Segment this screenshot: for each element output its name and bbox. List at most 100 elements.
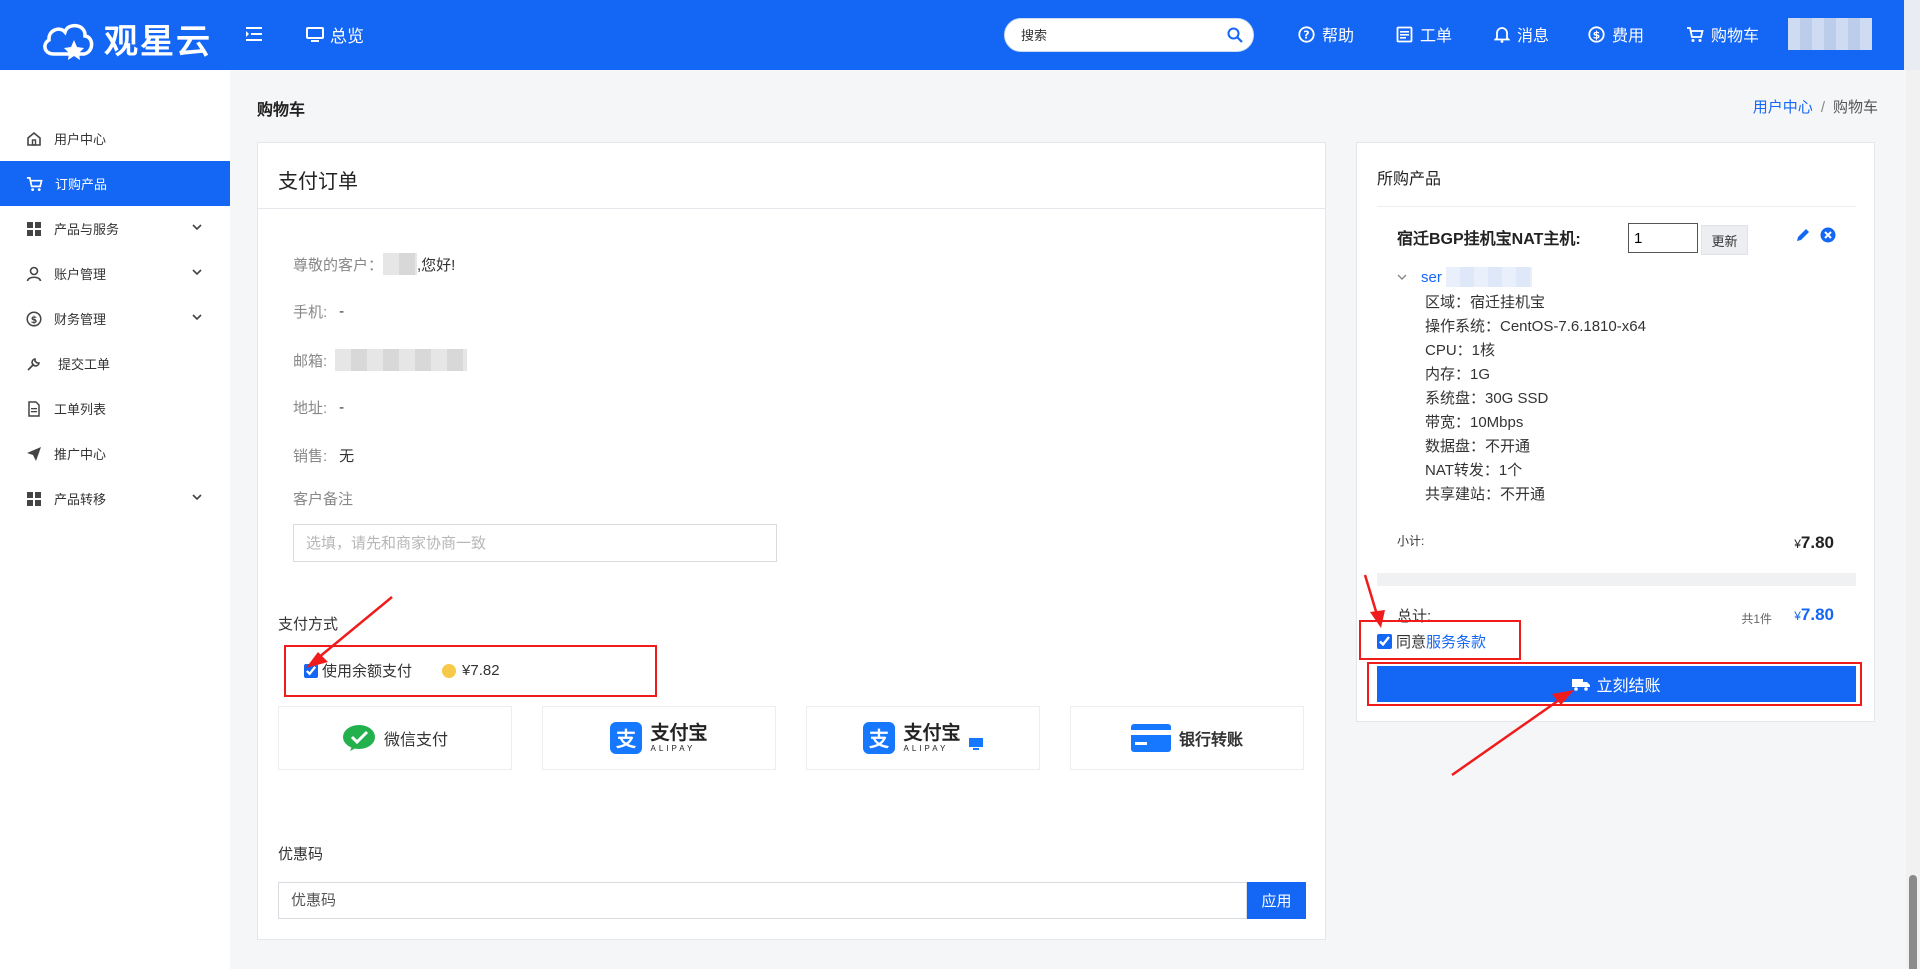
search-box: [1004, 18, 1254, 52]
terms-checkbox[interactable]: [1377, 634, 1392, 649]
sidebar-item-label: 用户中心: [54, 132, 107, 147]
sidebar-item-product-transfer[interactable]: 产品转移: [0, 476, 230, 521]
nav-messages-label: 消息: [1517, 28, 1550, 45]
sidebar-item-submit-ticket[interactable]: 提交工单: [0, 341, 230, 386]
sidebar-item-products-services[interactable]: 产品与服务: [0, 206, 230, 251]
products-card-title: 所购产品: [1377, 171, 1442, 188]
nav-help[interactable]: ? 帮助: [1298, 22, 1354, 46]
svg-text:$: $: [1593, 28, 1601, 41]
checkout-button[interactable]: 立刻结账: [1377, 666, 1856, 702]
subtotal-value: ¥7.80: [1794, 533, 1834, 553]
search-icon[interactable]: [1227, 27, 1243, 43]
terms-link[interactable]: 服务条款: [1426, 631, 1486, 652]
pay-option-label: 支付宝: [650, 722, 708, 744]
spec-item: 区域：宿迁挂机宝: [1425, 294, 1546, 311]
pay-option-label: 微信支付: [383, 732, 448, 749]
logo-text: 观星云: [104, 22, 212, 62]
logo[interactable]: 观星云: [40, 14, 212, 63]
greeting-suffix: ,您好!: [417, 256, 456, 274]
pay-option-bank-transfer[interactable]: 银行转账: [1070, 706, 1304, 770]
breadcrumb-link[interactable]: 用户中心: [1753, 99, 1813, 116]
terms-agreement[interactable]: 同意 服务条款: [1377, 631, 1486, 652]
pay-option-sub: ALIPAY: [650, 743, 696, 753]
document-icon: [28, 400, 40, 417]
quantity-input[interactable]: [1628, 223, 1698, 253]
user-icon: [26, 266, 42, 281]
redacted-customer-name: [383, 253, 418, 275]
svg-text:支: 支: [616, 727, 637, 751]
truck-icon: [1572, 678, 1591, 691]
address-value: -: [339, 399, 345, 416]
overview-label: 总览: [330, 27, 364, 46]
sidebar-item-promotion[interactable]: 推广中心: [0, 431, 230, 476]
overview-link[interactable]: 总览: [306, 22, 364, 47]
agree-label: 同意: [1396, 634, 1427, 651]
search-input[interactable]: [1005, 19, 1205, 51]
nav-ticket[interactable]: 工单: [1396, 22, 1452, 46]
sidebar-item-account[interactable]: 账户管理: [0, 251, 230, 296]
breadcrumb-current: 购物车: [1832, 99, 1878, 116]
cloud-star-icon: [43, 23, 94, 60]
bank-card-icon: [1130, 724, 1171, 752]
pay-option-wechat[interactable]: 微信支付: [278, 706, 512, 770]
user-avatar[interactable]: [1788, 18, 1872, 50]
sidebar-item-label: 订购产品: [55, 177, 108, 192]
close-circle-icon[interactable]: [1820, 227, 1836, 243]
top-navbar: 观星云 总览 ? 帮助 工单: [0, 0, 1920, 70]
pay-option-label: 银行转账: [1178, 732, 1243, 749]
nav-billing-label: 费用: [1612, 28, 1645, 45]
total-count: 共1件: [1741, 612, 1772, 626]
ticket-icon: [1396, 26, 1413, 42]
pay-option-alipay-pc[interactable]: 支 支付宝 ALIPAY: [806, 706, 1040, 770]
nav-cart[interactable]: 购物车: [1686, 22, 1759, 46]
chevron-down-icon: [192, 269, 202, 276]
balance-payment-checkbox[interactable]: [304, 663, 318, 678]
update-quantity-button[interactable]: 更新: [1701, 225, 1748, 255]
redacted-host: [1445, 267, 1532, 287]
sidebar-item-order-products[interactable]: 订购产品: [0, 161, 230, 206]
spec-item: 数据盘：不开通: [1425, 438, 1531, 455]
nav-ticket-label: 工单: [1420, 28, 1453, 45]
balance-payment-option[interactable]: 使用余额支付 ¥7.82: [304, 660, 500, 681]
sidebar: 用户中心 订购产品 产品与服务 账户管理 $ 财务管理 提交工单 工单列表 推广…: [0, 70, 230, 969]
subtotal-amount: 7.80: [1800, 533, 1834, 552]
nav-messages[interactable]: 消息: [1494, 22, 1549, 46]
sidebar-item-label: 账户管理: [54, 267, 107, 282]
sidebar-item-finance[interactable]: $ 财务管理: [0, 296, 230, 341]
email-label: 邮箱:: [293, 352, 328, 370]
order-card-title: 支付订单: [258, 143, 1325, 209]
spec-item: 共享建站：不开通: [1425, 486, 1546, 503]
pencil-icon[interactable]: [1795, 227, 1811, 243]
nav-billing[interactable]: $ 费用: [1588, 22, 1644, 46]
menu-toggle-icon[interactable]: [244, 24, 264, 44]
checkout-label: 立刻结账: [1596, 678, 1661, 695]
divider: [1377, 206, 1856, 207]
remark-input[interactable]: [293, 524, 777, 562]
page-scrollbar[interactable]: [1906, 70, 1920, 969]
sidebar-item-user-center[interactable]: 用户中心: [0, 116, 230, 161]
wrench-icon: [27, 357, 40, 371]
redacted-email: [335, 349, 468, 371]
sidebar-item-label: 提交工单: [58, 357, 111, 372]
coupon-input[interactable]: [278, 882, 1247, 919]
spec-item: 系统盘：30G SSD: [1425, 390, 1549, 407]
email-row: 邮箱:: [293, 349, 468, 371]
sidebar-item-ticket-list[interactable]: 工单列表: [0, 386, 230, 431]
bell-icon: [1494, 26, 1510, 43]
scrollbar-thumb[interactable]: [1909, 875, 1917, 969]
coupon-label: 优惠码: [278, 846, 324, 863]
chevron-down-icon: [192, 224, 202, 231]
apply-coupon-button[interactable]: 应用: [1247, 882, 1306, 919]
sales-label: 销售:: [293, 448, 328, 465]
cart-icon: [26, 176, 43, 191]
balance-payment-label: 使用余额支付: [322, 663, 413, 680]
nav-help-label: 帮助: [1322, 28, 1355, 45]
sidebar-item-label: 财务管理: [54, 312, 107, 327]
divider: [1377, 573, 1856, 586]
alipay-icon: 支: [863, 722, 896, 754]
payment-order-card: 支付订单 尊敬的客户： ,您好! 手机: - 邮箱: 地址: - 销售: 无 客…: [257, 142, 1326, 940]
pay-option-alipay[interactable]: 支 支付宝 ALIPAY: [542, 706, 776, 770]
spec-item: 操作系统：CentOS-7.6.1810-x64: [1425, 318, 1646, 335]
host-toggle[interactable]: ser: [1397, 267, 1532, 287]
greeting-label: 尊敬的客户：: [293, 256, 384, 274]
